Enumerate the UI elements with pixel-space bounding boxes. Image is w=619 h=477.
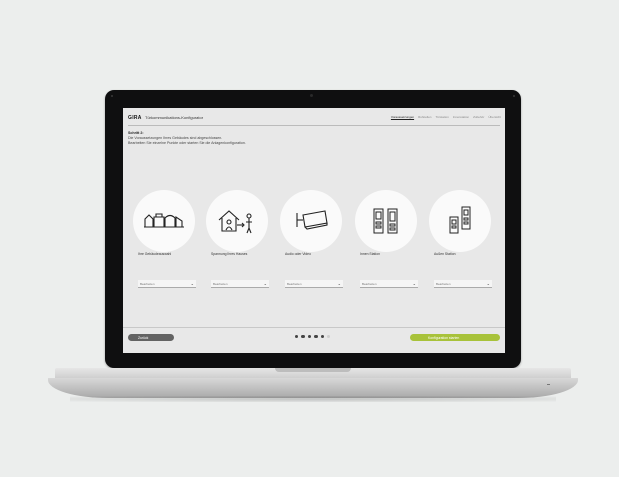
- laptop-base: [48, 378, 578, 398]
- back-button-label: Zurück: [138, 335, 149, 340]
- option-label: Audio oder Video: [285, 252, 311, 256]
- nav-item-zubehoer[interactable]: Zubehör: [473, 115, 484, 119]
- back-button[interactable]: Zurück: [128, 334, 174, 341]
- select-value: Bearbeiten: [213, 281, 228, 286]
- start-configuration-label: Konfiguration starten: [428, 335, 460, 340]
- start-configuration-button[interactable]: Konfiguration starten: [410, 334, 500, 341]
- option-label: Innen Station: [360, 252, 380, 256]
- lid-screw: [513, 95, 515, 97]
- option-select[interactable]: Bearbeiten ⌄: [360, 280, 418, 288]
- webcam: [310, 94, 313, 97]
- option-image[interactable]: [133, 190, 195, 252]
- laptop-screen: GIRA Türkommunikations-Konfigurator Vora…: [123, 108, 505, 353]
- nav-item-uebersicht[interactable]: Übersicht: [488, 115, 501, 119]
- step-description: Die Voraussetzungen Ihres Gebäudes sind …: [128, 136, 223, 140]
- top-navigation: Voraussetzungen Rufstellen Türstation In…: [391, 115, 501, 119]
- step-instruction: Bearbeiten Sie einzelne Punkte oder star…: [128, 141, 246, 145]
- option-select[interactable]: Bearbeiten ⌄: [285, 280, 343, 288]
- option-indoor-station[interactable]: Innen Station Bearbeiten ⌄: [351, 190, 421, 300]
- app-title: Türkommunikations-Konfigurator: [145, 115, 204, 120]
- step-dot[interactable]: [314, 335, 318, 339]
- option-select[interactable]: Bearbeiten ⌄: [138, 280, 196, 288]
- option-image[interactable]: [355, 190, 417, 252]
- header-divider: [128, 125, 500, 126]
- select-value: Bearbeiten: [362, 281, 377, 286]
- laptop-shadow: [70, 396, 556, 402]
- step-dot[interactable]: [320, 335, 324, 339]
- select-value: Bearbeiten: [140, 281, 155, 286]
- select-value: Bearbeiten: [287, 281, 302, 286]
- camera-icon: [296, 210, 328, 230]
- brand-logo[interactable]: GIRA: [128, 115, 142, 121]
- option-select[interactable]: Bearbeiten ⌄: [211, 280, 269, 288]
- building-types-icon: [144, 213, 184, 228]
- nav-item-voraussetzungen[interactable]: Voraussetzungen: [391, 115, 414, 119]
- outdoor-station-icon: [449, 206, 471, 234]
- step-indicator: [295, 335, 331, 339]
- nav-item-rufstellen[interactable]: Rufstellen: [418, 115, 431, 119]
- house-person-icon: [218, 210, 252, 234]
- nav-item-tuerstation[interactable]: Türstation: [435, 115, 448, 119]
- status-light: [547, 384, 550, 385]
- option-image[interactable]: [206, 190, 268, 252]
- footer-divider: [123, 327, 505, 328]
- laptop-notch: [275, 368, 351, 372]
- chevron-down-icon: ⌄: [412, 280, 416, 286]
- chevron-down-icon: ⌄: [263, 280, 267, 286]
- option-image[interactable]: [429, 190, 491, 252]
- option-outdoor-station[interactable]: Außen Station Bearbeiten ⌄: [425, 190, 495, 300]
- app-header: GIRA Türkommunikations-Konfigurator Vora…: [123, 108, 505, 128]
- step-dot[interactable]: [326, 335, 331, 339]
- option-label: Spannung Ihres Hauses: [211, 252, 248, 256]
- chevron-down-icon: ⌄: [486, 280, 490, 286]
- option-label: Außen Station: [434, 252, 456, 256]
- nav-item-innenstation[interactable]: Innenstation: [453, 115, 469, 119]
- select-value: Bearbeiten: [436, 281, 451, 286]
- indoor-station-icon: [373, 208, 398, 234]
- option-building[interactable]: Ihre Gebäudeauswahl Bearbeiten ⌄: [129, 190, 199, 300]
- option-house-power[interactable]: Spannung Ihres Hauses Bearbeiten ⌄: [202, 190, 272, 300]
- step-dot[interactable]: [295, 335, 299, 339]
- option-audio-video[interactable]: Audio oder Video Bearbeiten ⌄: [276, 190, 346, 300]
- step-dot[interactable]: [307, 335, 312, 339]
- option-label: Ihre Gebäudeauswahl: [138, 252, 172, 256]
- option-select[interactable]: Bearbeiten ⌄: [434, 280, 492, 288]
- step-title: Schritt 2:: [128, 131, 144, 135]
- chevron-down-icon: ⌄: [337, 280, 341, 286]
- option-image[interactable]: [280, 190, 342, 252]
- step-dot[interactable]: [301, 335, 305, 339]
- chevron-down-icon: ⌄: [190, 280, 194, 286]
- lid-screw: [111, 95, 113, 97]
